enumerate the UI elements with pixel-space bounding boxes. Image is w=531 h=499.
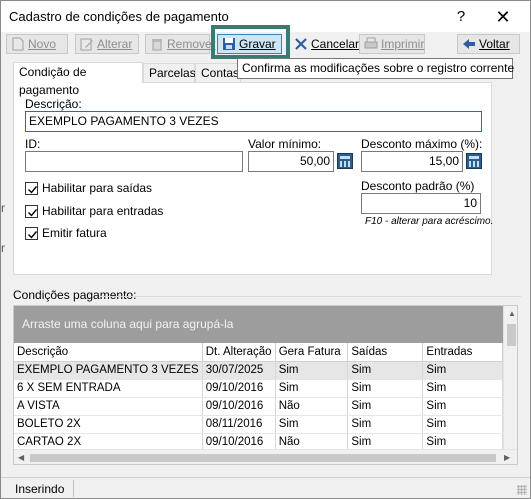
descricao-input[interactable]: EXEMPLO PAGAMENTO 3 VEZES xyxy=(25,111,482,132)
valor-minimo-label: Valor mínimo: xyxy=(248,137,322,151)
background-edge-text: r xyxy=(1,201,5,215)
background-edge-text: r xyxy=(1,241,5,255)
group-divider xyxy=(99,296,521,297)
scroll-right-icon[interactable]: ▶ xyxy=(504,453,510,462)
desconto-maximo-input[interactable]: 15,00 xyxy=(361,151,463,172)
column-header[interactable]: Dt. Alteração xyxy=(202,343,276,362)
table-cell: 09/10/2016 xyxy=(202,379,276,398)
acrescimo-hint: F10 - alterar para acréscimo. xyxy=(365,216,494,227)
dialog-window: Cadastro de condições de pagamento ? ✕ N… xyxy=(0,0,531,499)
table-cell: BOLETO 2X xyxy=(14,415,203,434)
table-cell: Sim xyxy=(422,361,503,380)
status-bar: Inserindo xyxy=(1,477,530,498)
table-row[interactable]: EXEMPLO PAGAMENTO 3 VEZES 30/07/2025 Sim… xyxy=(14,361,503,380)
table-row[interactable]: A VISTA 09/10/2016 Não Sim Sim xyxy=(14,397,503,416)
checkbox-box[interactable] xyxy=(25,226,38,240)
remover-button[interactable]: Remover xyxy=(145,34,216,54)
trash-icon xyxy=(152,39,162,51)
horizontal-scrollbar[interactable]: ◀ ▶ xyxy=(14,449,517,464)
desconto-padrao-label: Desconto padrão (%) xyxy=(361,179,475,193)
table-cell: Sim xyxy=(347,397,424,416)
conditions-table: Descrição Dt. Alteração Gera Fatura Saíd… xyxy=(14,343,503,452)
table-cell: A VISTA xyxy=(14,397,203,416)
tooltip: Confirma as modificações sobre o registr… xyxy=(237,58,514,79)
table-cell: Sim xyxy=(275,361,349,380)
status-text: Inserindo xyxy=(15,482,65,496)
table-cell: Sim xyxy=(347,415,424,434)
table-cell: Não xyxy=(275,397,349,416)
tab-contas[interactable]: Contas xyxy=(195,63,241,83)
table-cell: Sim xyxy=(422,415,503,434)
desconto-maximo-label: Desconto máximo (%): xyxy=(361,137,483,151)
id-label: ID: xyxy=(25,137,41,151)
calculator-icon[interactable] xyxy=(466,153,482,169)
checkbox-label: Habilitar para saídas xyxy=(42,181,153,195)
id-input[interactable] xyxy=(25,151,243,172)
table-cell: Sim xyxy=(422,397,503,416)
checkbox-box[interactable] xyxy=(25,204,38,218)
table-cell: 6 X SEM ENTRADA xyxy=(14,379,203,398)
table-cell: EXEMPLO PAGAMENTO 3 VEZES xyxy=(14,361,203,380)
new-document-icon xyxy=(12,37,24,51)
cancel-icon xyxy=(295,38,307,50)
table-cell: Sim xyxy=(275,379,349,398)
emitir-fatura-checkbox[interactable]: Emitir fatura xyxy=(25,226,107,240)
tab-parcelas[interactable]: Parcelas xyxy=(143,63,196,83)
resize-grip-icon[interactable] xyxy=(517,485,527,495)
table-row[interactable]: BOLETO 2X 08/11/2016 Sim Sim Sim xyxy=(14,415,503,434)
gravar-highlight-frame xyxy=(211,25,290,59)
back-arrow-icon xyxy=(463,39,475,49)
imprimir-button[interactable]: Imprimir xyxy=(359,34,425,54)
table-cell: Sim xyxy=(422,379,503,398)
printer-icon xyxy=(364,37,378,49)
column-header[interactable]: Descrição xyxy=(14,343,203,362)
horizontal-scroll-thumb[interactable] xyxy=(30,454,496,462)
tab-condicao-pagamento[interactable]: Condição de pagamento xyxy=(13,62,143,97)
check-icon xyxy=(28,185,38,194)
close-button[interactable]: ✕ xyxy=(489,6,517,28)
edit-icon xyxy=(80,38,93,51)
voltar-button[interactable]: Voltar xyxy=(457,34,520,54)
column-header[interactable]: Entradas xyxy=(422,343,503,362)
descricao-label: Descrição: xyxy=(25,97,82,111)
help-button[interactable]: ? xyxy=(447,6,475,28)
novo-button[interactable]: Novo xyxy=(6,34,68,54)
table-cell: 30/07/2025 xyxy=(202,361,276,380)
conditions-grid: Arraste uma coluna aqui para agrupá-la D… xyxy=(13,305,518,465)
checkbox-label: Emitir fatura xyxy=(42,226,107,240)
table-cell: Sim xyxy=(347,361,424,380)
table-header-row: Descrição Dt. Alteração Gera Fatura Saíd… xyxy=(14,343,503,362)
table-cell: 08/11/2016 xyxy=(202,415,276,434)
vertical-scroll-thumb[interactable] xyxy=(507,324,516,346)
cancelar-button[interactable]: Cancelar xyxy=(289,34,359,54)
vertical-scrollbar[interactable]: ▲ xyxy=(503,306,517,449)
valor-minimo-input[interactable]: 50,00 xyxy=(248,151,334,172)
column-header[interactable]: Gera Fatura xyxy=(275,343,349,362)
column-header[interactable]: Saídas xyxy=(347,343,424,362)
desconto-padrao-input[interactable]: 10 xyxy=(361,193,481,214)
group-by-area[interactable]: Arraste uma coluna aqui para agrupá-la xyxy=(14,306,503,343)
scroll-left-icon[interactable]: ◀ xyxy=(18,453,24,462)
checkbox-label: Habilitar para entradas xyxy=(42,204,164,218)
table-cell: 09/10/2016 xyxy=(202,397,276,416)
window-title: Cadastro de condições de pagamento xyxy=(9,9,229,24)
alterar-button[interactable]: Alterar xyxy=(75,34,139,54)
check-icon xyxy=(28,208,38,217)
habilitar-saidas-checkbox[interactable]: Habilitar para saídas xyxy=(25,181,152,195)
check-icon xyxy=(28,230,38,239)
table-cell: Sim xyxy=(347,379,424,398)
habilitar-entradas-checkbox[interactable]: Habilitar para entradas xyxy=(25,204,163,218)
status-separator xyxy=(73,480,74,497)
condicoes-group-label: Condições pagamento: xyxy=(13,288,137,302)
calculator-icon[interactable] xyxy=(337,153,353,169)
checkbox-box[interactable] xyxy=(25,181,38,195)
form-panel: Descrição: EXEMPLO PAGAMENTO 3 VEZES ID:… xyxy=(13,82,494,275)
table-row[interactable]: 6 X SEM ENTRADA 09/10/2016 Sim Sim Sim xyxy=(14,379,503,398)
table-cell: Sim xyxy=(275,415,349,434)
scroll-up-icon[interactable]: ▲ xyxy=(508,309,516,318)
